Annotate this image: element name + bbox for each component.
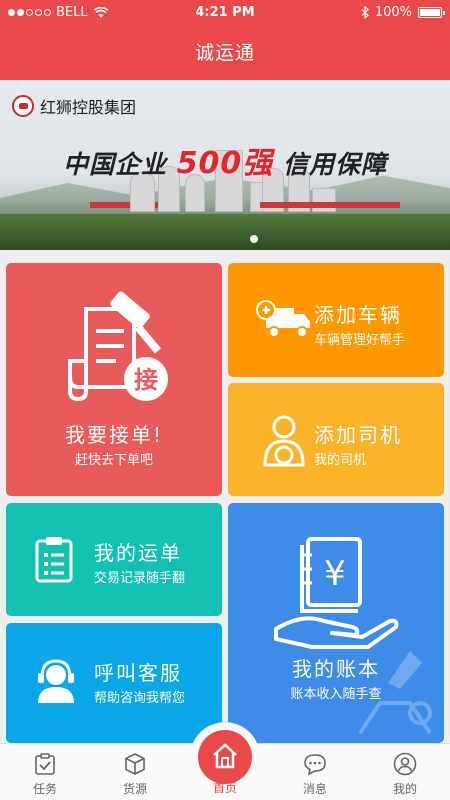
promo-banner[interactable]: 红狮控股集团 中国企业 500强 信用保障 (0, 80, 450, 250)
add-driver-tile[interactable]: 添加司机 我的司机 (228, 383, 444, 496)
factory-building (312, 188, 336, 212)
yen-symbol: ¥ (324, 554, 346, 594)
tab-profile[interactable]: 我的 (360, 744, 450, 800)
battery-label: 100% (374, 5, 412, 20)
battery-icon (418, 7, 445, 18)
accept-order-tile[interactable]: 接 我要接单! 赶快去下单吧 (6, 263, 222, 496)
slogan-part1: 中国企业 (62, 150, 167, 179)
add-driver-title: 添加司机 (314, 423, 402, 447)
ledger-book-icon: ¥ (274, 537, 399, 649)
call-service-subtitle: 帮助咨询我帮您 (94, 691, 186, 706)
header-bar: BELL 4:21 PM 100% 诚运通 (0, 0, 450, 80)
box-icon (125, 753, 145, 775)
banner-ground (0, 214, 450, 250)
add-vehicle-subtitle: 车辆管理好帮手 (314, 333, 406, 348)
tab-profile-label: 我的 (392, 782, 417, 796)
user-icon (393, 752, 417, 776)
page-title: 诚运通 (194, 42, 255, 64)
chat-bubble-icon (304, 754, 326, 776)
my-waybill-subtitle: 交易记录随手翻 (94, 571, 186, 586)
banner-page-indicator[interactable] (250, 235, 258, 243)
headset-agent-icon (38, 659, 74, 703)
status-right: 100% (361, 5, 445, 20)
add-vehicle-title: 添加车辆 (314, 303, 402, 327)
my-waybill-tile[interactable]: 我的运单 交易记录随手翻 (6, 503, 222, 616)
factory-roof (260, 202, 340, 208)
bottom-nav: 任务 货源 首页 消息 我的 (0, 722, 450, 800)
status-bar: BELL 4:21 PM 100% (0, 0, 450, 24)
tab-messages-label: 消息 (302, 782, 327, 796)
app-screen: BELL 4:21 PM 100% 诚运通 红狮控股集团 中国企业 500强 信… (0, 0, 450, 800)
my-waybill-title: 我的运单 (94, 541, 182, 565)
company-name: 红狮控股集团 (40, 98, 137, 117)
tab-messages[interactable]: 消息 (270, 744, 360, 800)
call-service-tile[interactable]: 呼叫客服 帮助咨询我帮您 (6, 623, 222, 743)
accept-order-subtitle: 赶快去下单吧 (74, 453, 153, 468)
tab-cargo[interactable]: 货源 (90, 744, 180, 800)
gavel-document-icon: 接 (68, 291, 168, 402)
slogan-highlight: 500强 (176, 146, 274, 181)
lion-logo-icon (12, 95, 34, 117)
tab-home-label[interactable]: 首页 (180, 779, 270, 796)
tab-tasks[interactable]: 任务 (0, 744, 90, 800)
tab-cargo-label: 货源 (122, 782, 147, 796)
driver-icon (263, 415, 305, 467)
badge-text: 接 (134, 366, 158, 394)
clipboard-check-icon (35, 753, 55, 775)
home-icon (213, 743, 237, 769)
add-driver-subtitle: 我的司机 (314, 453, 367, 468)
my-ledger-tile[interactable]: ¥ 我的账本 账本收入随手查 (228, 503, 444, 743)
slogan-part2: 信用保障 (283, 150, 388, 179)
factory-roof (340, 202, 400, 208)
rocket-watermark-icon (358, 651, 432, 735)
truck-add-icon (256, 300, 310, 338)
add-vehicle-tile[interactable]: 添加车辆 车辆管理好帮手 (228, 263, 444, 377)
company-logo-row: 红狮控股集团 (12, 94, 136, 118)
accept-order-title: 我要接单! (64, 423, 164, 447)
tab-home-button[interactable] (198, 730, 252, 784)
call-service-title: 呼叫客服 (94, 661, 182, 685)
clipboard-list-icon (35, 537, 73, 583)
bluetooth-icon (361, 6, 369, 19)
tab-tasks-label: 任务 (32, 782, 57, 796)
banner-slogan: 中国企业 500强 信用保障 (0, 138, 450, 182)
